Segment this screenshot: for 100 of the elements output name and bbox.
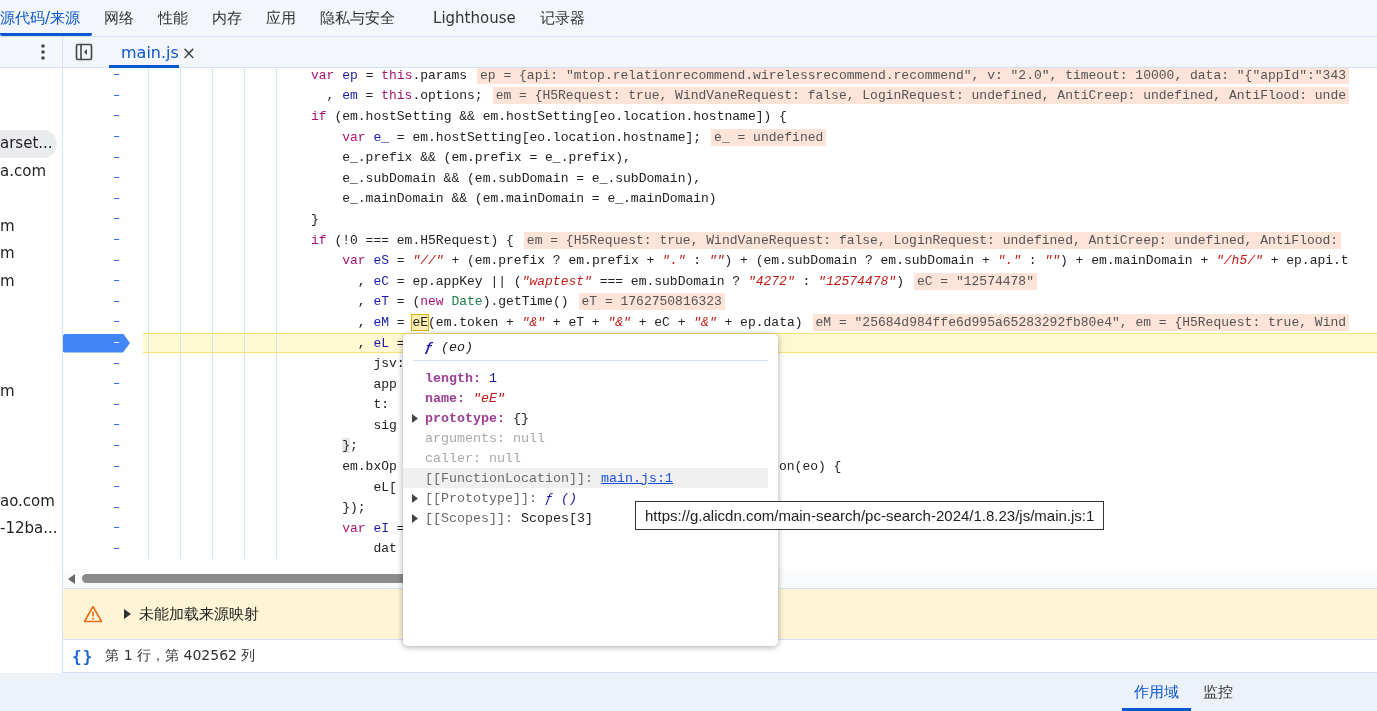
close-icon[interactable]: ×: [181, 43, 197, 63]
code-line: dat: [373, 541, 397, 557]
expand-icon[interactable]: [412, 513, 418, 523]
code-line: t:: [373, 397, 389, 413]
line-marker: –: [113, 294, 121, 309]
function-signature: ƒ (eo): [425, 339, 473, 357]
scroll-left-icon[interactable]: [68, 573, 76, 584]
line-marker: –: [113, 541, 121, 556]
line-marker: –: [113, 212, 121, 227]
code-line: e_.prefix && (em.prefix = e_.prefix),: [342, 150, 631, 166]
code-line: , eT = (new Date).getTime(): [357, 294, 569, 310]
inline-value: e_ = undefined: [711, 128, 827, 146]
panel-tab[interactable]: 记录器: [527, 0, 597, 36]
property-name: arguments:: [425, 430, 505, 446]
line-marker: –: [113, 521, 121, 536]
line-marker: –: [113, 171, 121, 186]
code-line: var ep = this.params: [311, 68, 468, 83]
property-value: ƒ (): [545, 490, 577, 506]
file-tab[interactable]: main.js: [109, 36, 179, 68]
file-tree-item[interactable]: m: [0, 377, 57, 405]
property-name: prototype:: [425, 410, 505, 426]
sidebar-pane-tab[interactable]: 监控: [1191, 673, 1245, 711]
panel-tab[interactable]: 内存: [200, 0, 255, 36]
code-line: on(eo) {: [779, 459, 842, 475]
expand-icon[interactable]: [412, 413, 418, 423]
file-tree-item[interactable]: -12ba...: [0, 515, 57, 543]
line-marker: –: [113, 356, 121, 371]
property-name: length:: [425, 370, 481, 386]
file-tree-item[interactable]: m: [0, 240, 57, 268]
code-line: if (em.hostSetting && em.hostSetting[eo.location.hostname]) {: [311, 109, 787, 124]
line-marker: –: [113, 480, 121, 495]
code-line: e_.subDomain && (em.subDomain = e_.subDomain),: [342, 170, 702, 186]
property-value: Scopes[3]: [521, 510, 593, 526]
line-marker: –: [113, 150, 121, 165]
code-line: sig: [373, 417, 397, 433]
property-name: [[FunctionLocation]]:: [425, 470, 593, 486]
property-value: {}: [513, 410, 529, 426]
line-marker: –: [113, 315, 121, 330]
code-line: });: [342, 500, 366, 516]
panel-tab[interactable]: Lighthouse: [421, 0, 528, 36]
warning-message[interactable]: 未能加载来源映射: [139, 604, 259, 624]
pretty-print-icon[interactable]: {}: [72, 646, 94, 666]
cursor-position: 第 1 行，第 402562 列: [105, 647, 256, 665]
tooltip: https://g.alicdn.com/main-search/pc-search-2024/1.8.23/js/main.js:1: [635, 501, 1105, 530]
property-name: name:: [425, 390, 465, 406]
line-marker: –: [113, 439, 121, 453]
file-tree-item[interactable]: m: [0, 212, 57, 240]
execution-marker[interactable]: –: [63, 333, 130, 353]
line-marker: –: [113, 130, 121, 145]
line-marker: –: [113, 418, 121, 433]
code-line: , eC = ep.appKey || ("waptest" === em.subDomain ? "4272" : "12574478"): [357, 273, 904, 289]
panel-tab[interactable]: 网络: [92, 0, 147, 36]
line-marker: –: [113, 274, 121, 289]
property-name: caller:: [425, 450, 481, 466]
property-value: "eE": [473, 390, 505, 406]
inline-value: ep = {api: "mtop.relationrecommend.wirelessrecommend.recommend", v: "2.0", timeout: 10000, data: "{"appId":"343: [477, 68, 1349, 84]
code-line: , em = this.options;: [326, 88, 483, 104]
expand-icon[interactable]: [412, 493, 418, 503]
expand-icon[interactable]: [124, 609, 131, 619]
property-name: [[Scopes]]:: [425, 510, 513, 526]
source-link[interactable]: main.js:1: [600, 470, 673, 486]
code-line: var eS = "//" + (em.prefix ? em.prefix + "." : "") + (em.subDomain ? em.subDomain + "." : "") + em.mainDomain + "/h5/" + ep.api.t: [342, 253, 1349, 269]
code-line: app: [373, 376, 397, 392]
sidebar-pane-tab[interactable]: 作用域: [1122, 673, 1191, 711]
inline-value: eT = 1762750816323: [578, 293, 725, 311]
code-line: var e_ = em.hostSetting[eo.location.hostname];: [342, 129, 702, 145]
code-line: em.bxOp: [342, 459, 397, 475]
file-tree-item[interactable]: a.com: [0, 157, 57, 185]
code-line: e_.mainDomain && (em.mainDomain = e_.mainDomain): [342, 191, 717, 207]
warning-icon: [83, 605, 103, 623]
inline-value: eC = "12574478": [913, 272, 1037, 290]
file-tree-item[interactable]: ao.com: [0, 487, 57, 515]
file-tree-item[interactable]: m: [0, 267, 57, 295]
line-marker: –: [113, 459, 121, 474]
line-marker: –: [113, 500, 121, 515]
line-marker: –: [113, 88, 121, 103]
code-line: eL[: [373, 479, 397, 495]
code-line: jsv:: [373, 356, 405, 372]
code-line: };: [342, 438, 358, 454]
inline-value: em = {H5Request: true, WindVaneRequest: false, LoginRequest: undefined, AntiCreep: undefined, AntiFlood:: [523, 231, 1342, 249]
line-marker: –: [113, 397, 121, 412]
property-value: 1: [489, 370, 497, 386]
line-marker: –: [113, 233, 121, 248]
panel-tab[interactable]: 性能: [146, 0, 201, 36]
property-value: null: [489, 450, 521, 466]
sidebar-toggle-icon[interactable]: [75, 43, 93, 61]
panel-tab[interactable]: 隐私与安全: [308, 0, 408, 36]
code-line: if (!0 === em.H5Request) {: [311, 232, 514, 248]
file-tree-item[interactable]: arset...: [0, 130, 57, 158]
line-marker: –: [113, 191, 121, 206]
line-marker: –: [113, 109, 121, 124]
property-name: [[Prototype]]:: [425, 490, 537, 506]
inline-value: eM = "25684d984ffe6d995a65283292fb80e4", em = {H5Request: true, Wind: [812, 313, 1350, 331]
panel-tab[interactable]: 应用: [254, 0, 309, 36]
line-marker: –: [113, 68, 121, 83]
property-value: null: [513, 430, 545, 446]
inline-value: em = {H5Request: true, WindVaneRequest: false, LoginRequest: undefined, AntiCreep: undefined, AntiFlood: unde: [492, 87, 1349, 105]
line-marker: –: [113, 253, 121, 268]
line-marker: –: [113, 377, 121, 392]
more-options-icon[interactable]: [41, 44, 45, 60]
